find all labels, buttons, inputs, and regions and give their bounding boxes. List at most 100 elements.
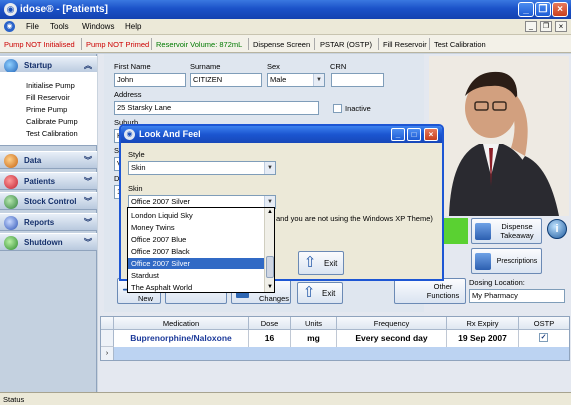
dialog-title: Look And Feel — [139, 129, 201, 139]
sidebar-item-calibrate-pump[interactable]: Calibrate Pump — [26, 117, 78, 126]
status-toolbar: Pump NOT Initialised Pump NOT Primed Res… — [0, 35, 571, 53]
app-icon[interactable]: ◉ — [4, 3, 17, 16]
col-header-medication[interactable]: Medication — [114, 317, 249, 330]
theme-hint: and you are not using the Windows XP The… — [276, 214, 433, 223]
sidebar-item-prime-pump[interactable]: Prime Pump — [26, 105, 67, 114]
new-row-selector-icon[interactable]: › — [101, 347, 114, 360]
test-calibration-button[interactable]: Test Calibration — [434, 40, 486, 49]
exit-button-bottom[interactable]: ⇧ Exit — [297, 282, 343, 304]
skin-option[interactable]: Office 2007 Blue — [128, 234, 264, 245]
fill-reservoir-button[interactable]: Fill Reservoir — [383, 40, 427, 49]
dialog-maximize-icon[interactable]: □ — [407, 128, 421, 141]
crn-field[interactable] — [331, 73, 384, 87]
chevron-down-icon[interactable]: ︾ — [84, 234, 92, 252]
skin-option[interactable]: London Liquid Sky — [128, 210, 264, 221]
mdi-minimize-icon[interactable]: _ — [525, 21, 537, 32]
dropdown-scrollbar[interactable]: ▲ ▼ — [264, 208, 274, 292]
separator — [81, 38, 82, 50]
cell-rx-expiry[interactable]: 19 Sep 2007 — [447, 330, 519, 347]
status-bar: Status — [0, 392, 571, 405]
style-select[interactable]: Skin ▼ — [128, 161, 276, 175]
reports-icon — [4, 216, 18, 230]
menu-windows[interactable]: Windows — [82, 22, 114, 31]
changes-label: Changes — [259, 294, 290, 303]
col-header-ostp[interactable]: OSTP — [519, 317, 569, 330]
sidebar-section-shutdown[interactable]: Shutdown ︾ — [0, 233, 97, 251]
mdi-child-icon[interactable]: ◉ — [4, 21, 15, 32]
other-functions-label: Other Functions — [426, 282, 460, 300]
skin-option[interactable]: Money Twins — [128, 222, 264, 233]
minimize-icon[interactable]: _ — [518, 2, 534, 17]
chevron-down-icon[interactable]: ▼ — [313, 74, 324, 86]
cell-units[interactable]: mg — [291, 330, 337, 347]
skin-option[interactable]: Stardust — [128, 270, 264, 281]
chevron-down-icon[interactable]: ︾ — [84, 193, 92, 211]
menu-tools[interactable]: Tools — [50, 22, 69, 31]
pump-prime-status[interactable]: Pump NOT Primed — [86, 40, 149, 49]
surname-label: Surname — [190, 62, 221, 71]
skin-option[interactable]: Office 2007 Black — [128, 246, 264, 257]
chevron-down-icon[interactable]: ︾ — [84, 152, 92, 170]
dispense-screen-button[interactable]: Dispense Screen — [253, 40, 310, 49]
surname-field[interactable]: CITIZEN — [190, 73, 262, 87]
menu-help[interactable]: Help — [125, 22, 141, 31]
pump-init-status[interactable]: Pump NOT Initialised — [4, 40, 75, 49]
mdi-close-icon[interactable]: × — [555, 21, 567, 32]
sidebar-section-patients[interactable]: Patients ︾ — [0, 172, 97, 190]
dialog-exit-button[interactable]: ⇧ Exit — [298, 251, 344, 275]
shutdown-icon — [4, 236, 18, 250]
sidebar-section-label: Reports — [24, 218, 55, 227]
scroll-down-icon[interactable]: ▼ — [266, 283, 274, 291]
menu-file[interactable]: File — [26, 22, 39, 31]
skin-label: Skin — [128, 184, 143, 193]
exit-label: Exit — [324, 259, 338, 268]
dispense-takeaway-label: Dispense Takeaway — [500, 222, 534, 240]
close-icon[interactable]: × — [552, 2, 568, 17]
skin-option[interactable]: The Asphalt World — [128, 282, 264, 293]
dialog-close-icon[interactable]: × — [424, 128, 438, 141]
cell-frequency[interactable]: Every second day — [337, 330, 447, 347]
new-row[interactable] — [114, 347, 569, 360]
first-name-field[interactable]: John — [114, 73, 186, 87]
sidebar-section-data[interactable]: Data ︾ — [0, 151, 97, 169]
sidebar-item-initialise-pump[interactable]: Initialise Pump — [26, 81, 75, 90]
cell-dose[interactable]: 16 — [249, 330, 291, 347]
chevron-down-icon[interactable]: ︾ — [84, 214, 92, 232]
cell-medication[interactable]: Buprenorphine/Naloxone — [114, 330, 249, 347]
dialog-app-icon[interactable]: ◉ — [124, 129, 135, 140]
sidebar-item-fill-reservoir[interactable]: Fill Reservoir — [26, 93, 70, 102]
help-icon[interactable]: i — [547, 219, 567, 239]
restore-icon[interactable]: ❐ — [535, 2, 551, 17]
mdi-restore-icon[interactable]: ❐ — [540, 21, 552, 32]
ostp-checkbox[interactable]: ✓ — [539, 333, 548, 342]
window-title-bar[interactable]: idose® - [Patients] — [0, 0, 571, 19]
pstar-button[interactable]: PSTAR (OSTP) — [320, 40, 372, 49]
patients-icon — [4, 175, 18, 189]
cell-ostp[interactable]: ✓ — [519, 330, 569, 347]
sex-select[interactable]: Male ▼ — [267, 73, 325, 87]
chevron-down-icon[interactable]: ▼ — [264, 162, 275, 174]
sidebar-item-test-calibration[interactable]: Test Calibration — [26, 129, 78, 138]
sidebar-section-reports[interactable]: Reports ︾ — [0, 213, 97, 231]
col-header-rx-expiry[interactable]: Rx Expiry — [447, 317, 519, 330]
sidebar-section-stock-control[interactable]: Stock Control ︾ — [0, 192, 97, 210]
chevron-down-icon[interactable]: ︾ — [84, 173, 92, 191]
dosing-location-label: Dosing Location: — [469, 278, 525, 287]
scroll-up-icon[interactable]: ▲ — [266, 208, 274, 216]
sex-value: Male — [270, 75, 287, 84]
address-field[interactable]: 25 Starsky Lane — [114, 101, 319, 115]
dispense-takeaway-button[interactable]: Dispense Takeaway — [471, 218, 542, 244]
row-selector[interactable] — [101, 330, 114, 347]
dosing-location-field[interactable]: My Pharmacy — [469, 289, 565, 303]
other-functions-button[interactable]: Other Functions — [394, 278, 466, 304]
skin-option-selected[interactable]: Office 2007 Silver — [128, 258, 264, 269]
col-header-frequency[interactable]: Frequency — [337, 317, 447, 330]
col-header-units[interactable]: Units — [291, 317, 337, 330]
scroll-thumb[interactable] — [266, 256, 274, 278]
exit-icon: ⇧ — [302, 284, 316, 301]
prescriptions-button[interactable]: Prescriptions — [471, 248, 542, 274]
crn-label: CRN — [330, 62, 347, 71]
col-header-dose[interactable]: Dose — [249, 317, 291, 330]
dialog-minimize-icon[interactable]: _ — [391, 128, 405, 141]
inactive-checkbox[interactable] — [333, 104, 342, 113]
